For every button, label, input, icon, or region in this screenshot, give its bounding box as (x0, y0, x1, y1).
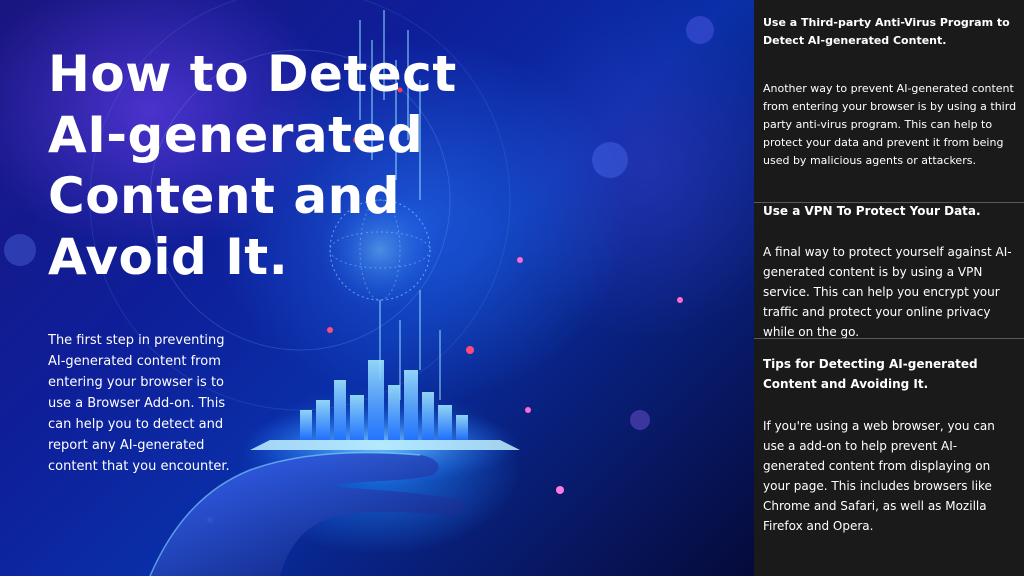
section-divider (754, 338, 1024, 339)
section-body: A final way to protect yourself against … (763, 245, 1012, 339)
section-anti-virus: Use a Third-party Anti-Virus Program to … (754, 14, 1024, 170)
page-title: How to Detect AI-generated Content and A… (48, 45, 457, 286)
section-body: If you're using a web browser, you can u… (763, 419, 995, 533)
section-heading: Use a VPN To Protect Your Data. (763, 204, 981, 218)
intro-paragraph: The first step in preventing AI-generate… (48, 333, 230, 474)
hero-panel: How to Detect AI-generated Content and A… (0, 0, 754, 576)
section-vpn: Use a VPN To Protect Your Data. A final … (754, 202, 1024, 342)
sidebar-panel: Use a Third-party Anti-Virus Program to … (754, 0, 1024, 576)
section-heading: Tips for Detecting AI-generated Content … (763, 357, 978, 391)
section-heading: Use a Third-party Anti-Virus Program to … (763, 16, 1010, 47)
section-body: Another way to prevent AI-generated cont… (763, 82, 1017, 167)
section-tips: Tips for Detecting AI-generated Content … (754, 354, 1024, 536)
